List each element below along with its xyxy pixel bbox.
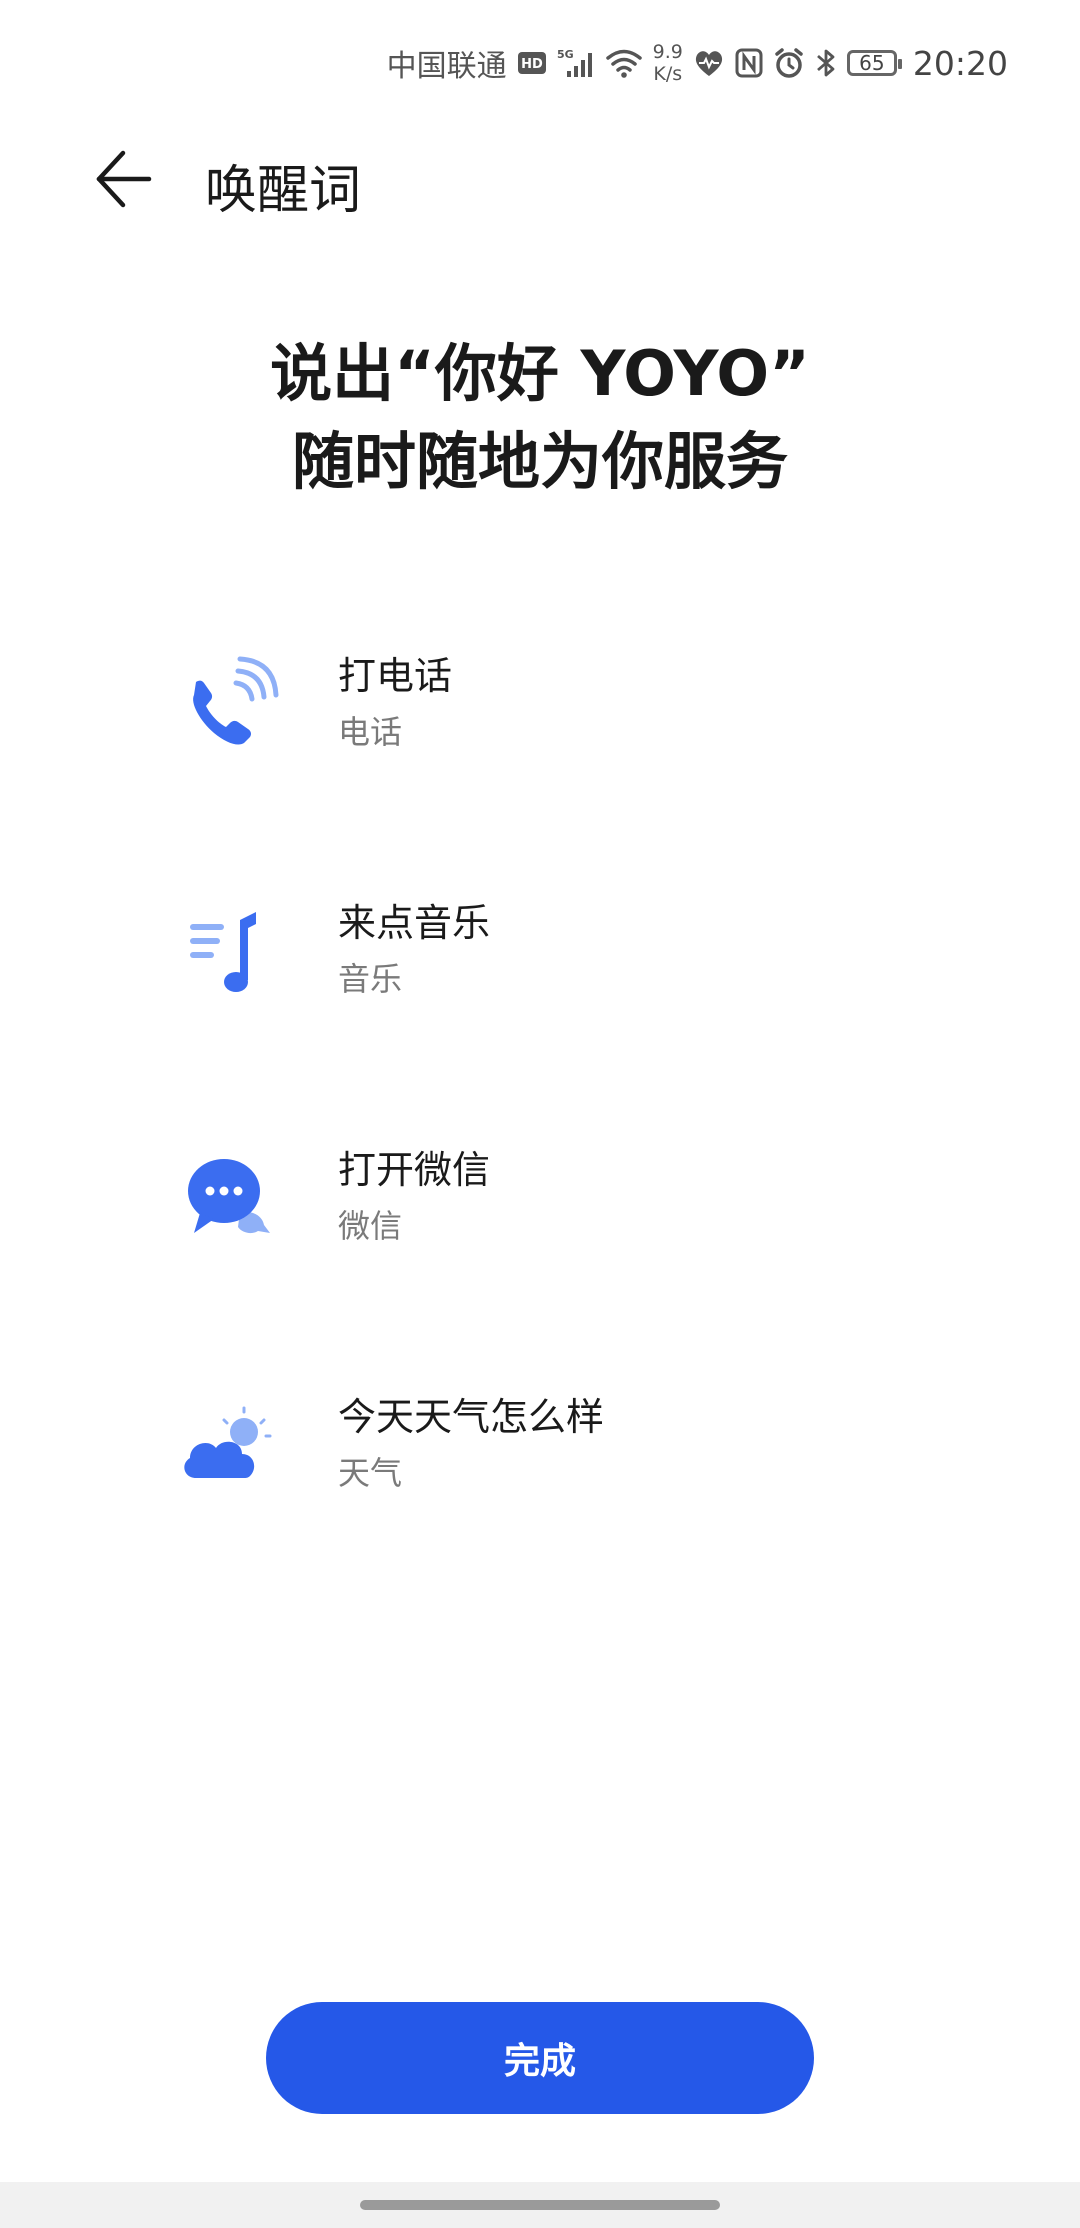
wifi-icon — [605, 49, 642, 78]
command-item-phone: 打电话 电话 — [180, 645, 960, 795]
cellular-signal-icon: 5G — [557, 48, 592, 77]
status-bar: 中国联通 HD 5G 9.9 K/s 65 20:20 — [0, 0, 1080, 120]
command-subtitle: 天气 — [338, 1454, 403, 1492]
headline-line-2: 随时随地为你服务 — [291, 425, 788, 498]
done-button[interactable]: 完成 — [266, 2002, 814, 2114]
phone-call-icon — [193, 656, 279, 745]
music-note-icon — [190, 912, 256, 992]
net-speed-value: 9.9 — [652, 41, 683, 63]
command-title: 打开微信 — [338, 1148, 491, 1192]
clock-time: 20:20 — [912, 43, 1008, 83]
battery-icon: 65 — [846, 50, 902, 76]
headline-line-1: 说出“你好 YOYO” — [270, 337, 810, 410]
command-subtitle: 音乐 — [338, 960, 403, 998]
back-button[interactable] — [88, 144, 158, 214]
back-arrow-icon — [96, 150, 152, 208]
net-speed-unit: K/s — [653, 63, 683, 85]
net-speed: 9.9 K/s — [653, 41, 683, 85]
command-title: 打电话 — [338, 654, 453, 698]
home-indicator[interactable] — [360, 2200, 720, 2210]
command-item-wechat: 打开微信 微信 — [180, 1139, 960, 1289]
command-title: 今天天气怎么样 — [338, 1395, 605, 1439]
status-bar-right: 中国联通 HD 5G 9.9 K/s 65 20:20 — [387, 38, 1008, 88]
health-heart-icon — [695, 51, 722, 76]
bluetooth-icon — [816, 49, 835, 77]
command-subtitle: 微信 — [338, 1207, 403, 1245]
battery-level: 65 — [859, 51, 885, 75]
hd-badge-icon: HD — [517, 52, 546, 74]
svg-text:HD: HD — [521, 57, 543, 72]
headline: 说出“你好 YOYO” 随时随地为你服务 — [0, 330, 1080, 506]
command-subtitle: 电话 — [338, 713, 403, 751]
weather-cloud-sun-icon — [184, 1406, 272, 1478]
nfc-icon — [735, 48, 763, 78]
alarm-clock-icon — [775, 48, 803, 78]
gesture-nav-area — [0, 2182, 1080, 2228]
page-title: 唤醒词 — [205, 161, 362, 221]
command-title: 来点音乐 — [338, 901, 491, 945]
svg-text:5G: 5G — [557, 48, 574, 61]
command-item-weather: 今天天气怎么样 天气 — [180, 1386, 960, 1536]
carrier-label: 中国联通 — [386, 49, 507, 84]
chat-bubble-icon — [188, 1159, 270, 1234]
command-item-music: 来点音乐 音乐 — [180, 892, 960, 1042]
